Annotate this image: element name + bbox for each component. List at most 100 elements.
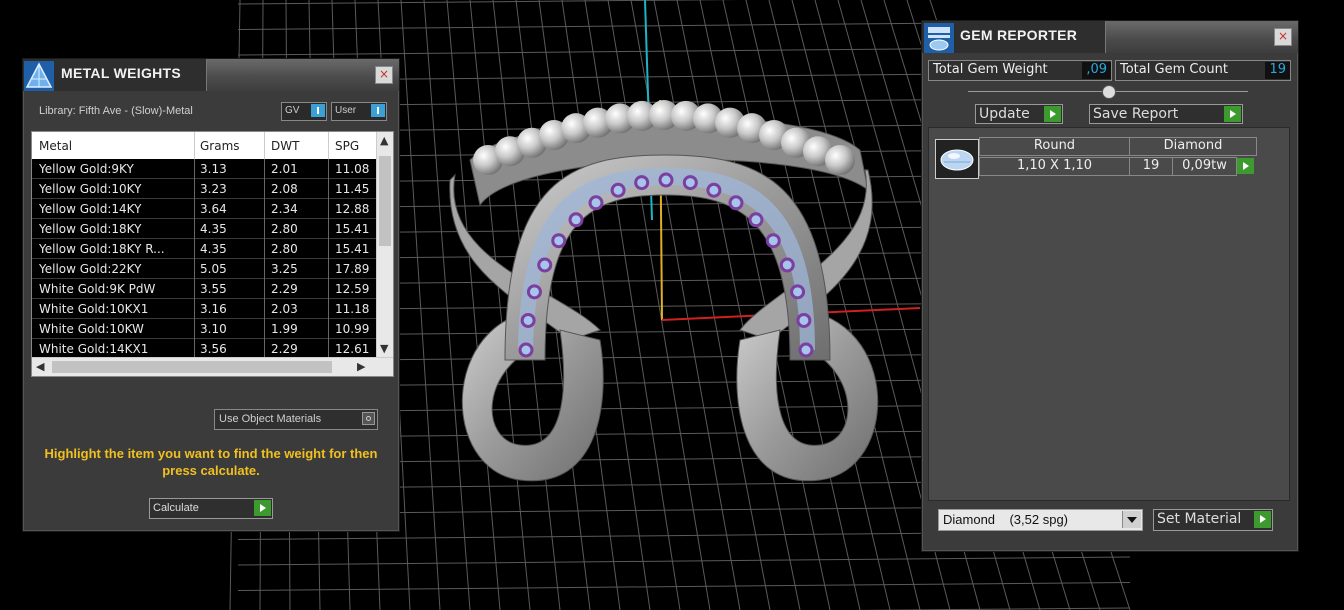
gem-stone bbox=[765, 233, 781, 249]
material-select[interactable]: Diamond (3,52 spg) bbox=[938, 509, 1143, 531]
grams-cell: 3.55 bbox=[200, 282, 227, 296]
gem-stone bbox=[748, 212, 764, 228]
gem-material: Diamond bbox=[1129, 137, 1257, 156]
dwt-cell: 2.01 bbox=[271, 162, 298, 176]
col-header-dwt[interactable]: DWT bbox=[271, 139, 299, 153]
spg-cell: 17.89 bbox=[335, 262, 370, 276]
spg-cell: 11.18 bbox=[335, 302, 370, 316]
gem-stone bbox=[796, 312, 812, 328]
gem-stone bbox=[779, 257, 795, 273]
grams-cell: 4.35 bbox=[200, 222, 227, 236]
gem-stone bbox=[682, 175, 698, 191]
total-gem-count: Total Gem Count 19 bbox=[1115, 60, 1291, 81]
use-object-materials-label: Use Object Materials bbox=[219, 413, 322, 425]
instruction-hint: Highlight the item you want to find the … bbox=[44, 446, 378, 478]
update-label: Update bbox=[979, 106, 1030, 122]
user-toggle-label: User bbox=[335, 105, 357, 116]
user-toggle[interactable]: User bbox=[331, 102, 387, 121]
metal-table[interactable]: Metal Grams DWT SPG Yellow Gold:9KY 3.13 2… bbox=[31, 131, 394, 377]
table-row[interactable]: Yellow Gold:18KY 4.35 2.80 15.41 bbox=[32, 219, 376, 239]
gv-toggle[interactable]: GV bbox=[281, 102, 327, 121]
spg-cell: 15.41 bbox=[335, 222, 370, 236]
grams-cell: 3.56 bbox=[200, 342, 227, 356]
spg-cell: 15.41 bbox=[335, 242, 370, 256]
metal-cell: Yellow Gold:14KY bbox=[39, 202, 142, 216]
metal-cell: White Gold:9K PdW bbox=[39, 282, 156, 296]
metal-table-hscroll[interactable]: ◀ ▶ bbox=[32, 357, 393, 376]
grams-cell: 3.10 bbox=[200, 322, 227, 336]
gem-row-go-button[interactable] bbox=[1236, 157, 1255, 176]
gem-reporter-panel: GEM REPORTER × Total Gem Weight ,09 Tota… bbox=[921, 20, 1299, 552]
table-row[interactable]: Yellow Gold:22KY 5.05 3.25 17.89 bbox=[32, 259, 376, 279]
gem-stone bbox=[658, 172, 674, 188]
spg-cell: 10.99 bbox=[335, 322, 370, 336]
table-row[interactable]: Yellow Gold:10KY 3.23 2.08 11.45 bbox=[32, 179, 376, 199]
collapse-knob-icon[interactable] bbox=[1102, 85, 1116, 99]
set-material-button[interactable]: Set Material bbox=[1153, 509, 1273, 531]
gem-stone bbox=[551, 233, 567, 249]
metal-cell: Yellow Gold:9KY bbox=[39, 162, 134, 176]
col-header-grams[interactable]: Grams bbox=[200, 139, 240, 153]
gem-reporter-titlebar[interactable]: GEM REPORTER × bbox=[922, 21, 1298, 53]
dwt-cell: 2.80 bbox=[271, 222, 298, 236]
col-header-metal[interactable]: Metal bbox=[39, 139, 72, 153]
gem-stone bbox=[798, 342, 814, 358]
calculate-button[interactable]: Calculate bbox=[149, 498, 273, 519]
gem-reporter-close-icon[interactable]: × bbox=[1274, 28, 1292, 46]
table-row[interactable]: White Gold:10KW 3.10 1.99 10.99 bbox=[32, 319, 376, 339]
dwt-cell: 2.80 bbox=[271, 242, 298, 256]
scroll-up-icon[interactable]: ▲ bbox=[380, 134, 388, 147]
metal-table-body: Yellow Gold:9KY 3.13 2.01 11.08 Yellow Gold:… bbox=[32, 159, 376, 376]
metal-cell: Yellow Gold:18KY bbox=[39, 222, 142, 236]
vscroll-thumb[interactable] bbox=[379, 156, 391, 246]
gem-stone bbox=[728, 195, 744, 211]
ring-model[interactable] bbox=[449, 100, 879, 482]
metal-weights-close-icon[interactable]: × bbox=[375, 66, 393, 84]
gem-shape: Round bbox=[979, 137, 1130, 156]
table-row[interactable]: White Gold:10KX1 3.16 2.03 11.18 bbox=[32, 299, 376, 319]
metal-cell: White Gold:10KX1 bbox=[39, 302, 149, 316]
col-header-spg[interactable]: SPG bbox=[335, 139, 359, 153]
gem-stone bbox=[520, 312, 536, 328]
gem-stone bbox=[518, 342, 534, 358]
gem-size: 1,10 X 1,10 bbox=[979, 157, 1130, 176]
hscroll-thumb[interactable] bbox=[52, 361, 332, 373]
gem-stone bbox=[790, 284, 806, 300]
metal-weights-titlebar[interactable]: METAL WEIGHTS × bbox=[23, 59, 399, 91]
gem-stone bbox=[706, 182, 722, 198]
total-gem-weight-value: ,09 bbox=[1082, 62, 1111, 79]
gem-weight: 0,09tw bbox=[1172, 157, 1237, 176]
table-row[interactable]: White Gold:9K PdW 3.55 2.29 12.59 bbox=[32, 279, 376, 299]
use-object-materials-option[interactable]: Use Object Materials bbox=[214, 409, 378, 430]
use-object-materials-radio[interactable] bbox=[362, 412, 375, 425]
gem-stone bbox=[588, 195, 604, 211]
table-row[interactable]: Yellow Gold:9KY 3.13 2.01 11.08 bbox=[32, 159, 376, 179]
gem-stone bbox=[610, 182, 626, 198]
metal-table-vscroll[interactable]: ▲ ▼ bbox=[376, 132, 393, 358]
total-gem-count-label: Total Gem Count bbox=[1120, 62, 1228, 77]
metal-weights-title: METAL WEIGHTS bbox=[61, 65, 182, 81]
scroll-down-icon[interactable]: ▼ bbox=[380, 342, 388, 355]
play-arrow-icon bbox=[1237, 158, 1254, 174]
dwt-cell: 2.29 bbox=[271, 282, 298, 296]
gem-list[interactable]: Round Diamond 1,10 X 1,10 19 0,09tw bbox=[928, 127, 1290, 501]
spg-cell: 12.61 bbox=[335, 342, 370, 356]
total-gem-weight: Total Gem Weight ,09 bbox=[928, 60, 1112, 81]
table-row[interactable]: White Gold:14KX1 3.56 2.29 12.61 bbox=[32, 339, 376, 359]
gem-stone bbox=[526, 284, 542, 300]
table-row[interactable]: Yellow Gold:14KY 3.64 2.34 12.88 bbox=[32, 199, 376, 219]
gem-stone bbox=[634, 175, 650, 191]
dropdown-arrow-icon[interactable] bbox=[1122, 511, 1141, 528]
metal-weights-panel: METAL WEIGHTS × Library: Fifth Ave - (Sl… bbox=[22, 58, 400, 532]
spg-cell: 12.59 bbox=[335, 282, 370, 296]
scroll-left-icon[interactable]: ◀ bbox=[36, 360, 44, 373]
dwt-cell: 2.29 bbox=[271, 342, 298, 356]
spg-cell: 11.45 bbox=[335, 182, 370, 196]
scroll-right-icon[interactable]: ▶ bbox=[357, 360, 365, 373]
save-report-button[interactable]: Save Report bbox=[1089, 104, 1243, 124]
update-button[interactable]: Update bbox=[975, 104, 1063, 124]
metal-cell: White Gold:14KX1 bbox=[39, 342, 149, 356]
table-row[interactable]: Yellow Gold:18KY R... 4.35 2.80 15.41 bbox=[32, 239, 376, 259]
gem-thumbnail[interactable] bbox=[935, 139, 979, 179]
spg-cell: 11.08 bbox=[335, 162, 370, 176]
